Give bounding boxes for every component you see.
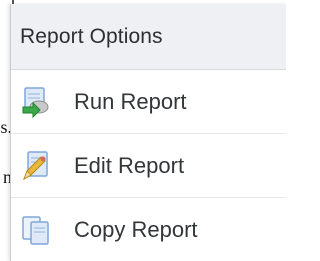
copy-report-item[interactable]: Copy Report xyxy=(11,198,286,261)
run-report-label: Run Report xyxy=(74,88,187,114)
copy-report-label: Copy Report xyxy=(74,217,198,242)
edit-report-icon xyxy=(18,148,54,184)
menu-header: Report Options xyxy=(11,4,286,70)
report-options-menu: Report Options Run Report Edit Report Co… xyxy=(10,4,286,261)
copy-report-icon xyxy=(18,212,54,248)
edit-report-label: Edit Report xyxy=(74,152,185,178)
run-report-item[interactable]: Run Report xyxy=(11,70,286,134)
menu-title: Report Options xyxy=(20,24,163,48)
edit-report-item[interactable]: Edit Report xyxy=(11,134,286,198)
run-report-icon xyxy=(18,84,54,120)
screen: t s. n Report Options Run Report xyxy=(0,0,286,261)
